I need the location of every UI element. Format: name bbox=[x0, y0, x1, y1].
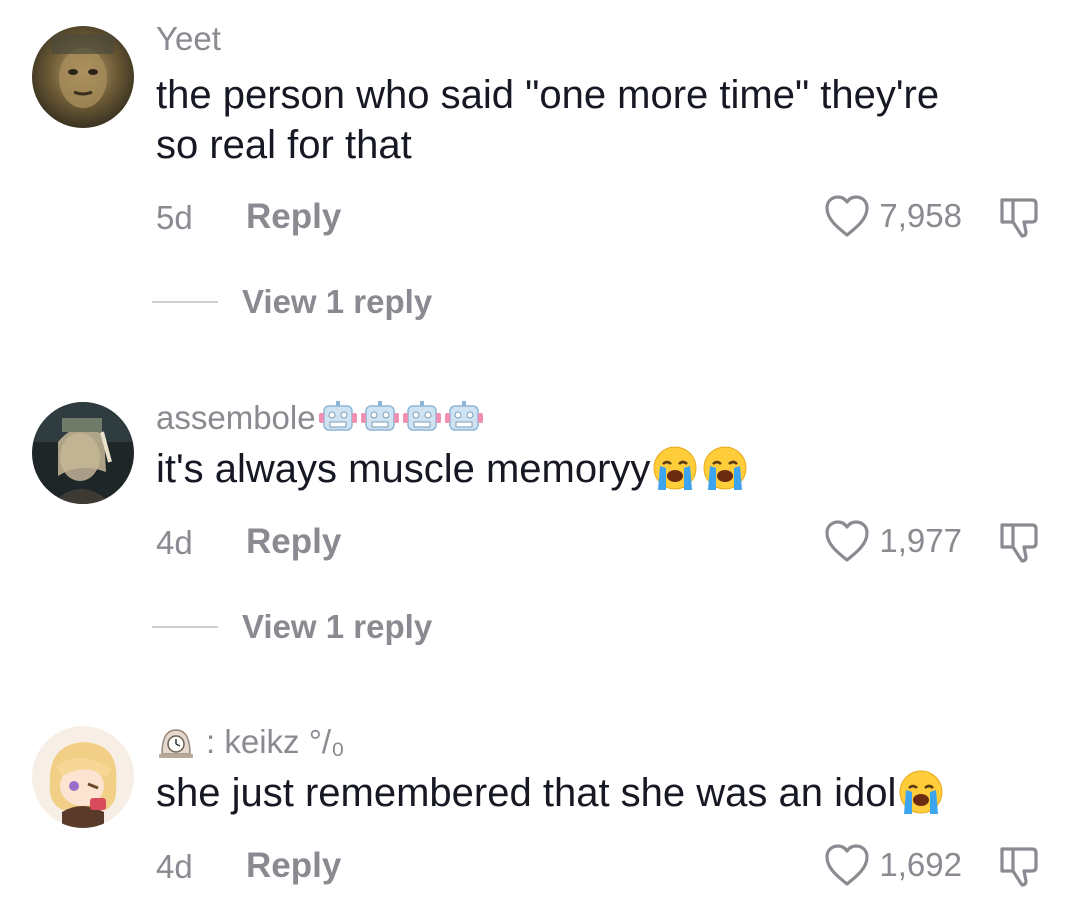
heart-icon bbox=[825, 520, 870, 562]
comment-item: Yeet the person who said "one more time"… bbox=[0, 0, 1080, 340]
view-replies-label: View 1 reply bbox=[242, 283, 433, 320]
dislike-icon[interactable] bbox=[996, 843, 1042, 889]
loudly-crying-face-icon bbox=[899, 770, 943, 814]
view-replies-button[interactable]: View 1 reply bbox=[152, 283, 432, 321]
comment-text-line: the person who said "one more time" they… bbox=[156, 73, 940, 117]
reply-button[interactable]: Reply bbox=[246, 846, 341, 886]
comment-text-line: it's always muscle memoryy bbox=[156, 447, 651, 491]
comment-time: 4d bbox=[156, 524, 193, 561]
username-text: Yeet bbox=[156, 20, 221, 57]
avatar-image bbox=[32, 402, 134, 504]
robot-icon bbox=[360, 401, 399, 431]
heart-icon bbox=[825, 195, 870, 237]
loudly-crying-face-icon bbox=[653, 446, 697, 490]
like-button[interactable]: 7,958 bbox=[823, 194, 962, 238]
avatar[interactable] bbox=[32, 726, 134, 828]
view-replies-button[interactable]: View 1 reply bbox=[152, 608, 432, 646]
comment-username[interactable]: : keikz °/₀ bbox=[156, 722, 345, 762]
comment-username[interactable]: assembole bbox=[156, 398, 484, 438]
like-button[interactable]: 1,977 bbox=[823, 519, 962, 563]
mantelpiece-clock-icon bbox=[159, 729, 193, 758]
thread-divider bbox=[152, 301, 218, 303]
thread-divider bbox=[152, 626, 218, 628]
comment-item: assembole it's always muscle memoryy 4d … bbox=[0, 340, 1080, 670]
avatar[interactable] bbox=[32, 26, 134, 128]
comment-text: the person who said "one more time" they… bbox=[156, 70, 1036, 170]
dislike-icon[interactable] bbox=[996, 519, 1042, 565]
robot-icon bbox=[444, 401, 483, 431]
comment-text: she just remembered that she was an idol bbox=[156, 768, 1036, 818]
reply-button[interactable]: Reply bbox=[246, 197, 341, 237]
dislike-icon[interactable] bbox=[996, 194, 1042, 240]
view-replies-label: View 1 reply bbox=[242, 608, 433, 645]
comment-text-line: so real for that bbox=[156, 123, 412, 167]
avatar-image bbox=[32, 726, 134, 828]
comment-text-line: she just remembered that she was an idol bbox=[156, 771, 897, 815]
robot-icon bbox=[402, 401, 441, 431]
heart-icon bbox=[825, 844, 870, 886]
robot-emoji-group bbox=[318, 398, 484, 438]
comment-item: : keikz °/₀ she just remembered that she… bbox=[0, 670, 1080, 904]
robot-icon bbox=[318, 401, 357, 431]
comment-text: it's always muscle memoryy bbox=[156, 444, 1036, 494]
like-count: 1,692 bbox=[879, 846, 962, 883]
avatar[interactable] bbox=[32, 402, 134, 504]
like-button[interactable]: 1,692 bbox=[823, 843, 962, 887]
comment-time: 5d bbox=[156, 199, 193, 236]
loudly-crying-face-icon bbox=[703, 446, 747, 490]
username-text: assembole bbox=[156, 399, 316, 436]
like-count: 1,977 bbox=[879, 522, 962, 559]
like-count: 7,958 bbox=[879, 197, 962, 234]
reply-button[interactable]: Reply bbox=[246, 522, 341, 562]
comment-username[interactable]: Yeet bbox=[156, 20, 221, 58]
comment-time: 4d bbox=[156, 848, 193, 885]
username-text: : keikz °/₀ bbox=[206, 723, 345, 760]
avatar-image bbox=[32, 26, 134, 128]
